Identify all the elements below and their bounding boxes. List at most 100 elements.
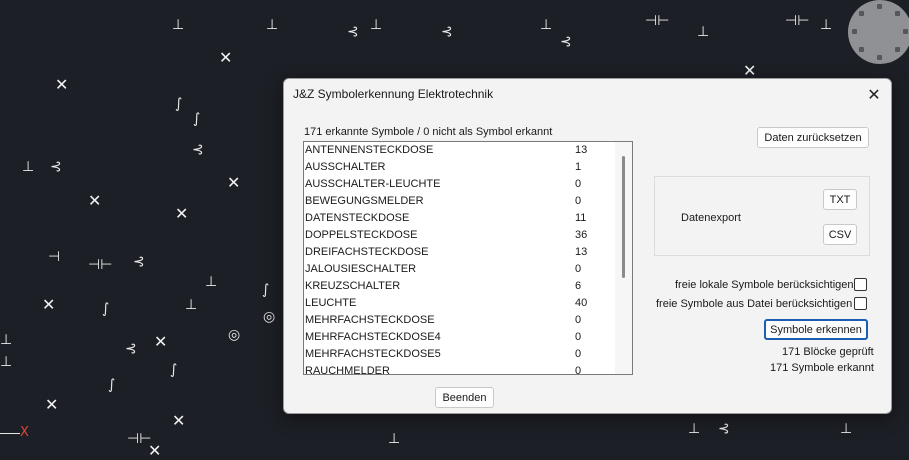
symbol-row[interactable]: BEWEGUNGSMELDER 0 <box>304 193 614 210</box>
cad-symbol: ⊰ <box>347 24 359 40</box>
dialog-titlebar[interactable]: J&Z Symbolerkennung Elektrotechnik ✕ <box>284 79 891 109</box>
symbol-name: DREIFACHSTECKDOSE <box>305 246 429 258</box>
cad-symbol: ⊣⊢ <box>645 13 670 29</box>
symbol-count: 1 <box>575 161 582 173</box>
cad-symbol: ⊥ <box>370 17 383 33</box>
cad-symbol: ⊥ <box>540 17 553 33</box>
navigation-wheel[interactable] <box>848 0 909 64</box>
symbol-name: MEHRFACHSTECKDOSE4 <box>305 331 441 343</box>
symbol-count: 0 <box>575 348 582 360</box>
symbol-recognition-dialog: J&Z Symbolerkennung Elektrotechnik ✕ 171… <box>283 78 892 414</box>
cad-cross-mark: ✕ <box>88 191 102 210</box>
ucs-x-axis <box>0 433 20 434</box>
symbol-name: AUSSCHALTER-LEUCHTE <box>305 178 441 190</box>
symbol-row[interactable]: MEHRFACHSTECKDOSE4 0 <box>304 329 614 346</box>
symbol-name: BEWEGUNGSMELDER <box>305 195 424 207</box>
cad-cross-mark: ✕ <box>55 75 69 94</box>
recognize-symbols-button[interactable]: Symbole erkennen <box>764 319 868 340</box>
cad-symbol: ⊰ <box>125 341 137 357</box>
cad-symbol: ⊰ <box>50 159 62 175</box>
symbol-row[interactable]: AUSSCHALTER-LEUCHTE 0 <box>304 176 614 193</box>
status-symbols-recognized: 171 Symbole erkannt <box>770 362 874 374</box>
symbol-name: MEHRFACHSTECKDOSE <box>305 314 435 326</box>
symbol-count: 0 <box>575 178 582 190</box>
close-icon[interactable]: ✕ <box>857 79 891 109</box>
cad-symbol: ⊰ <box>192 142 204 158</box>
dialog-title: J&Z Symbolerkennung Elektrotechnik <box>293 87 494 101</box>
cad-symbol: ⊥ <box>688 421 701 437</box>
symbol-count: 0 <box>575 195 582 207</box>
cad-symbol: ⊥ <box>172 17 185 33</box>
symbol-row[interactable]: AUSSCHALTER 1 <box>304 159 614 176</box>
cad-symbol: ⊣⊢ <box>88 257 113 273</box>
symbol-row[interactable]: LEUCHTE 40 <box>304 295 614 312</box>
symbol-row[interactable]: KREUZSCHALTER 6 <box>304 278 614 295</box>
cad-symbol: ◎ <box>228 327 241 343</box>
symbol-name: DOPPELSTECKDOSE <box>305 229 418 241</box>
symbol-count: 11 <box>575 212 587 224</box>
cad-symbol: ∫ <box>102 301 110 317</box>
quit-button[interactable]: Beenden <box>435 387 494 408</box>
symbol-count: 0 <box>575 365 582 375</box>
export-csv-button[interactable]: CSV <box>823 224 857 245</box>
cad-cross-mark: ✕ <box>743 61 757 80</box>
symbol-row[interactable]: DOPPELSTECKDOSE 36 <box>304 227 614 244</box>
export-txt-button[interactable]: TXT <box>823 189 857 210</box>
symbol-row[interactable]: MEHRFACHSTECKDOSE5 0 <box>304 346 614 363</box>
cad-cross-mark: ✕ <box>45 395 59 414</box>
symbol-name: DATENSTECKDOSE <box>305 212 410 224</box>
cad-cross-mark: ✕ <box>227 173 241 192</box>
symbol-row[interactable]: RAUCHMELDER 0 <box>304 363 614 375</box>
symbol-row[interactable]: ANTENNENSTECKDOSE 13 <box>304 142 614 159</box>
symbol-name: KREUZSCHALTER <box>305 280 401 292</box>
symbol-count: 0 <box>575 314 582 326</box>
option-local-checkbox[interactable] <box>854 278 867 291</box>
symbol-row[interactable]: DREIFACHSTECKDOSE 13 <box>304 244 614 261</box>
symbol-name: ANTENNENSTECKDOSE <box>305 144 434 156</box>
symbol-row[interactable]: DATENSTECKDOSE 11 <box>304 210 614 227</box>
cad-cross-mark: ✕ <box>175 204 189 223</box>
cad-symbol: ⊣⊢ <box>785 13 810 29</box>
cad-symbol: ⊰ <box>441 24 453 40</box>
cad-cross-mark: ✕ <box>42 295 56 314</box>
cad-symbol: ⊥ <box>185 297 198 313</box>
symbol-name: MEHRFACHSTECKDOSE5 <box>305 348 441 360</box>
recognition-summary: 171 erkannte Symbole / 0 nicht als Symbo… <box>304 126 553 138</box>
cad-symbol: ∫ <box>193 111 201 127</box>
symbol-count: 40 <box>575 297 588 309</box>
reset-data-button[interactable]: Daten zurücksetzen <box>757 127 869 148</box>
symbol-count: 36 <box>575 229 588 241</box>
cad-cross-mark: ✕ <box>172 411 186 430</box>
cad-symbol: ⊥ <box>205 274 218 290</box>
symbol-name: AUSSCHALTER <box>305 161 386 173</box>
scrollbar-thumb[interactable] <box>622 156 625 278</box>
symbol-name: LEUCHTE <box>305 297 357 309</box>
cad-symbol: ∫ <box>108 377 116 393</box>
symbol-list-scrollbar[interactable] <box>615 142 632 374</box>
cad-symbol: ⊰ <box>133 254 145 270</box>
ucs-x-axis-label: X <box>20 425 29 440</box>
symbol-count: 0 <box>575 331 582 343</box>
symbol-name: RAUCHMELDER <box>305 365 390 375</box>
symbol-row[interactable]: JALOUSIESCHALTER 0 <box>304 261 614 278</box>
symbol-count: 0 <box>575 263 582 275</box>
cad-symbol: ⊥ <box>840 421 853 437</box>
cad-symbol: ⊣ <box>48 249 61 265</box>
symbol-list[interactable]: ANTENNENSTECKDOSE 13 AUSSCHALTER 1 AUSSCHALT… <box>303 141 633 375</box>
data-export-label: Datenexport <box>681 212 741 224</box>
symbol-count: 13 <box>575 144 588 156</box>
option-file-checkbox[interactable] <box>854 297 867 310</box>
cad-symbol: ⊥ <box>266 17 279 33</box>
cad-symbol: ∫ <box>170 362 178 378</box>
cad-symbol: ∫ <box>175 96 183 112</box>
symbol-row[interactable]: MEHRFACHSTECKDOSE 0 <box>304 312 614 329</box>
symbol-count: 6 <box>575 280 582 292</box>
cad-symbol: ⊥ <box>0 332 13 348</box>
option-file-label: freie Symbole aus Datei berücksichtigen <box>656 298 853 310</box>
option-local-label: freie lokale Symbole berücksichtigen <box>675 279 854 291</box>
cad-symbol: ⊣⊢ <box>127 431 152 447</box>
symbol-name: JALOUSIESCHALTER <box>305 263 417 275</box>
symbol-count: 13 <box>575 246 588 258</box>
cad-symbol: ⊥ <box>697 24 710 40</box>
cad-symbol: ⊰ <box>718 421 730 437</box>
